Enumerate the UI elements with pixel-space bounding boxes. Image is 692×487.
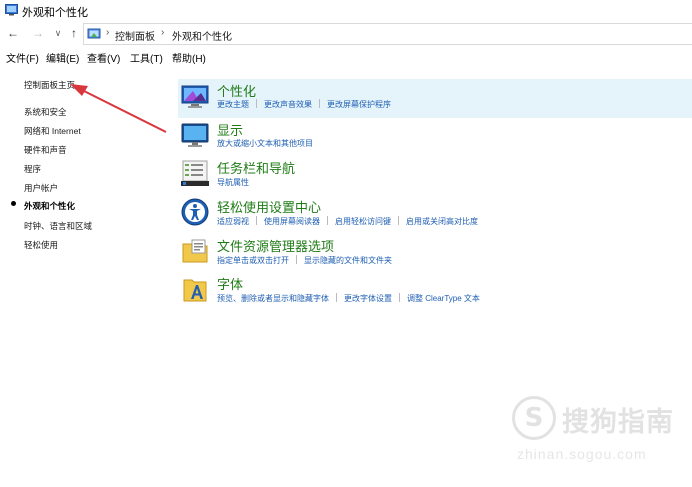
menu-edit[interactable]: 编辑(E): [46, 50, 79, 65]
link-divider: [399, 293, 400, 302]
sogou-watermark-logo-icon: [512, 396, 556, 440]
sidebar-item-appearance[interactable]: 外观和个性化: [24, 200, 75, 212]
category-title-personalization[interactable]: 个性化: [217, 81, 256, 100]
address-row: ← → ∨ ↑ › 控制面板 › 外观和个性化: [0, 22, 692, 46]
link-change-theme[interactable]: 更改主题: [217, 100, 249, 109]
category-links-personalization: 更改主题 更改声音效果 更改屏幕保护程序: [217, 99, 391, 110]
link-change-screen-saver[interactable]: 更改屏幕保护程序: [327, 100, 391, 109]
sidebar-item-programs[interactable]: 程序: [24, 163, 41, 175]
category-links-folder-options: 指定单击或双击打开 显示隐藏的文件和文件夹: [217, 255, 392, 266]
control-panel-app-icon: [5, 4, 18, 16]
current-item-bullet-icon: [11, 201, 16, 206]
menu-view[interactable]: 查看(V): [87, 50, 120, 65]
link-divider: [327, 216, 328, 225]
display-icon[interactable]: [181, 121, 209, 149]
link-divider: [256, 216, 257, 225]
breadcrumb-separator-icon: ›: [106, 27, 110, 38]
menu-bar: 文件(F) 编辑(E) 查看(V) 工具(T) 帮助(H): [0, 48, 692, 66]
personalization-icon[interactable]: [181, 83, 209, 111]
link-single-double-click[interactable]: 指定单击或双击打开: [217, 256, 289, 265]
back-arrow-icon[interactable]: ←: [6, 26, 20, 40]
menu-help[interactable]: 帮助(H): [172, 50, 206, 65]
folder-options-icon[interactable]: [181, 237, 209, 265]
sidebar-item-user-accounts[interactable]: 用户帐户: [24, 182, 58, 194]
sidebar-item-ease-of-access[interactable]: 轻松使用: [24, 239, 58, 251]
breadcrumb-control-panel[interactable]: 控制面板: [115, 28, 155, 43]
link-adjust-cleartype[interactable]: 调整 ClearType 文本: [407, 294, 480, 303]
category-title-fonts[interactable]: 字体: [217, 274, 243, 293]
menu-tools[interactable]: 工具(T): [130, 50, 163, 65]
link-divider: [256, 99, 257, 108]
up-arrow-icon[interactable]: ↑: [67, 26, 81, 40]
category-links-display: 放大或缩小文本和其他项目: [217, 138, 313, 149]
menu-file[interactable]: 文件(F): [6, 50, 39, 65]
category-title-taskbar[interactable]: 任务栏和导航: [217, 158, 295, 177]
taskbar-icon[interactable]: [181, 159, 209, 187]
link-high-contrast[interactable]: 启用或关闭高对比度: [406, 217, 478, 226]
category-links-ease-of-access: 适应弱视 使用屏幕阅读器 启用轻松访问键 启用或关闭高对比度: [217, 216, 478, 227]
category-title-folder-options[interactable]: 文件资源管理器选项: [217, 236, 334, 255]
sidebar-item-hardware-sound[interactable]: 硬件和声音: [24, 144, 67, 156]
category-links-taskbar: 导航属性: [217, 177, 249, 188]
category-links-fonts: 预览、删除或者显示和隐藏字体 更改字体设置 调整 ClearType 文本: [217, 293, 480, 304]
sidebar-item-control-panel-home[interactable]: 控制面板主页: [24, 79, 75, 91]
window-title: 外观和个性化: [22, 7, 88, 19]
link-accommodate-low-vision[interactable]: 适应弱视: [217, 217, 249, 226]
title-bar: 外观和个性化: [0, 0, 692, 22]
control-panel-icon: [87, 28, 101, 39]
recent-locations-chevron-icon[interactable]: ∨: [51, 26, 65, 40]
breadcrumb-separator-icon: ›: [161, 27, 165, 38]
link-change-font-settings[interactable]: 更改字体设置: [344, 294, 392, 303]
fonts-icon[interactable]: [181, 275, 209, 303]
link-turn-on-easy-access-keys[interactable]: 启用轻松访问键: [335, 217, 391, 226]
link-zoom-text[interactable]: 放大或缩小文本和其他项目: [217, 139, 313, 148]
address-bar[interactable]: › 控制面板 › 外观和个性化: [83, 23, 692, 45]
ease-of-access-icon[interactable]: [181, 198, 209, 226]
watermark-brand: 搜狗指南: [562, 407, 674, 437]
category-title-ease-of-access[interactable]: 轻松使用设置中心: [217, 197, 321, 216]
forward-arrow-icon[interactable]: →: [31, 26, 45, 40]
breadcrumb-appearance[interactable]: 外观和个性化: [172, 28, 232, 43]
sidebar-item-system-security[interactable]: 系统和安全: [24, 106, 67, 118]
link-show-hidden-files[interactable]: 显示隐藏的文件和文件夹: [304, 256, 392, 265]
link-preview-delete-fonts[interactable]: 预览、删除或者显示和隐藏字体: [217, 294, 329, 303]
link-navigation-properties[interactable]: 导航属性: [217, 178, 249, 187]
link-divider: [336, 293, 337, 302]
link-use-screen-reader[interactable]: 使用屏幕阅读器: [264, 217, 320, 226]
link-divider: [319, 99, 320, 108]
sidebar-item-clock-language-region[interactable]: 时钟、语言和区域: [24, 220, 92, 232]
link-divider: [398, 216, 399, 225]
link-divider: [296, 255, 297, 264]
watermark-url: zhinan.sogou.com: [517, 446, 647, 462]
link-change-sound-effects[interactable]: 更改声音效果: [264, 100, 312, 109]
category-title-display[interactable]: 显示: [217, 120, 243, 139]
sidebar-item-network-internet[interactable]: 网络和 Internet: [24, 125, 81, 137]
